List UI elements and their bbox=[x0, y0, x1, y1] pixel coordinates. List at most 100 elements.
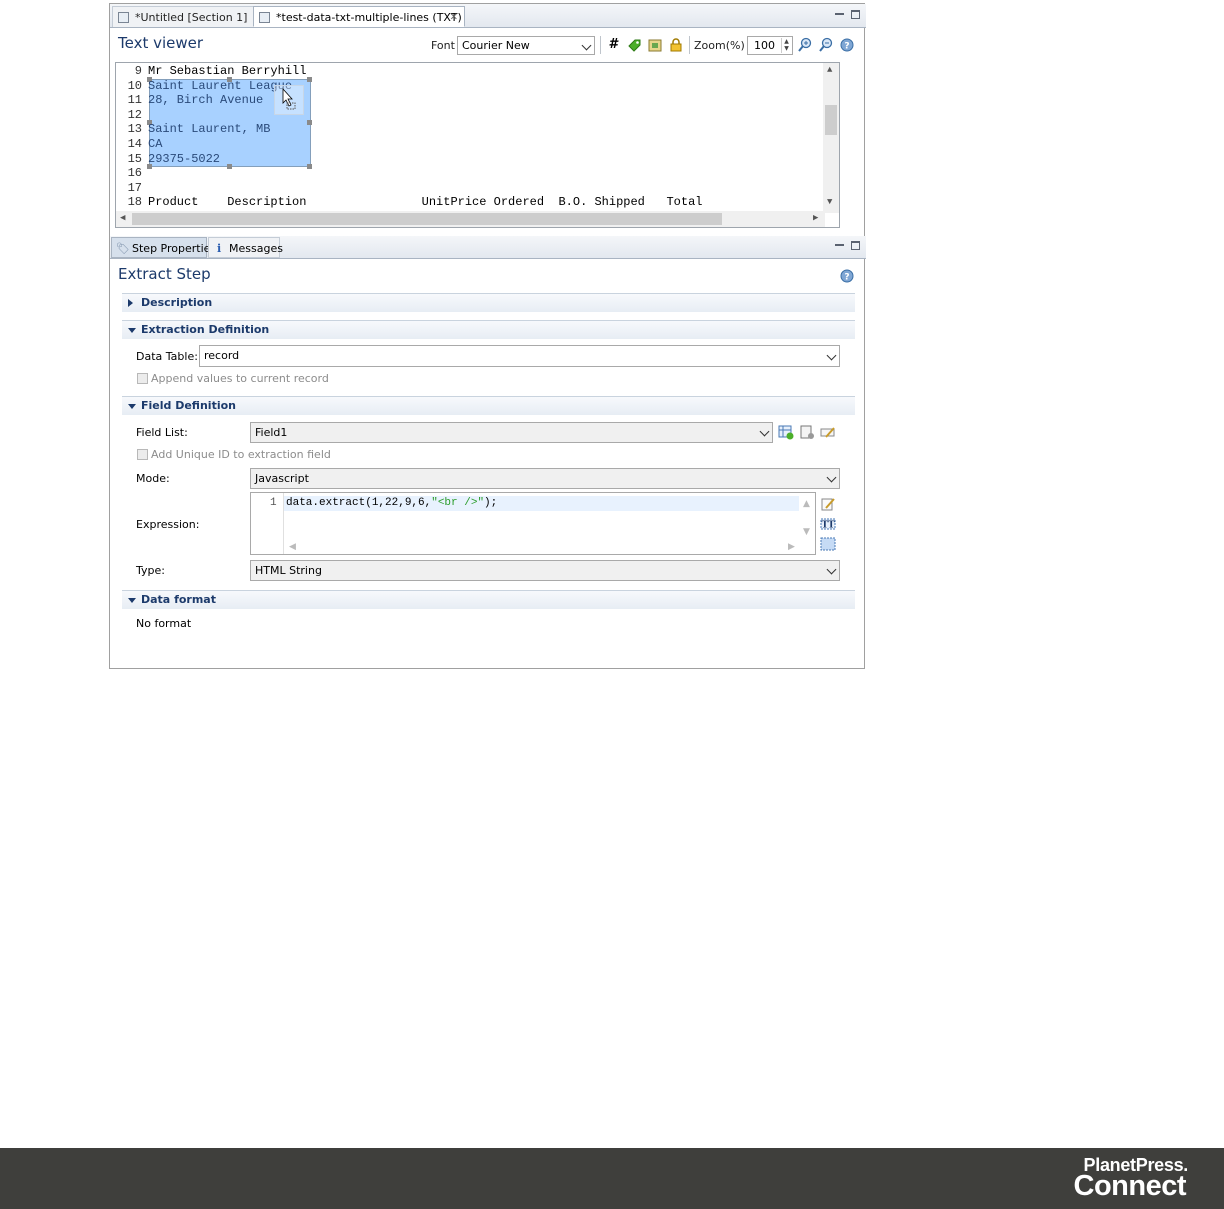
drag-cursor-icon bbox=[274, 85, 304, 115]
font-select[interactable]: Courier New bbox=[457, 36, 595, 55]
template-file-icon bbox=[118, 12, 129, 23]
expression-editor[interactable]: 1 data.extract(1,22,9,6,"<br />"); ▲ ▼ ◀… bbox=[250, 492, 816, 555]
scroll-right-icon[interactable]: ▶ bbox=[813, 213, 818, 223]
collapse-arrow-icon bbox=[128, 404, 136, 409]
section-field-definition[interactable]: Field Definition bbox=[122, 396, 855, 415]
horizontal-scrollbar[interactable]: ◀ ▶ bbox=[116, 211, 825, 227]
zoom-input[interactable]: 100 ▲ ▼ bbox=[747, 36, 793, 55]
expression-code: data.extract(1,22,9,6,"<br />"); bbox=[286, 497, 498, 509]
tag-icon: 🏷 bbox=[116, 242, 130, 255]
tag-icon[interactable] bbox=[626, 37, 642, 53]
tab-untitled-label: *Untitled [Section 1] bbox=[135, 11, 248, 24]
chevron-down-icon bbox=[581, 40, 592, 51]
tab-step-properties-label: Step Properties bbox=[132, 242, 217, 255]
delete-field-icon[interactable] bbox=[799, 424, 815, 440]
selection-handle[interactable] bbox=[307, 120, 312, 125]
scroll-down-icon[interactable]: ▼ bbox=[803, 527, 810, 537]
selection-handle[interactable] bbox=[307, 164, 312, 169]
info-icon: i bbox=[217, 242, 222, 255]
tab-test-data[interactable]: *test-data-txt-multiple-lines (TXT) ✕ bbox=[253, 6, 465, 27]
section-format-title: Data format bbox=[141, 593, 216, 606]
text-format-icon[interactable]: TT bbox=[820, 516, 836, 532]
field-list-select[interactable]: Field1 bbox=[250, 422, 773, 443]
collapse-arrow-icon bbox=[128, 598, 136, 603]
svg-text:?: ? bbox=[844, 42, 849, 52]
zoom-spinner-icon[interactable]: ▲ ▼ bbox=[781, 38, 791, 53]
zoom-label: Zoom(%) bbox=[694, 39, 745, 52]
data-table-label: Data Table: bbox=[136, 350, 198, 363]
restore-icon[interactable] bbox=[851, 10, 860, 19]
append-values-checkbox[interactable] bbox=[137, 373, 148, 384]
font-select-value: Courier New bbox=[462, 39, 530, 52]
svg-text:?: ? bbox=[844, 273, 849, 283]
expand-arrow-icon bbox=[128, 299, 133, 307]
toolbar-separator bbox=[689, 36, 690, 54]
add-field-icon[interactable] bbox=[778, 424, 794, 440]
section-field-title: Field Definition bbox=[141, 399, 236, 412]
mode-select[interactable]: Javascript bbox=[250, 468, 840, 489]
maximize-icon[interactable] bbox=[851, 241, 860, 250]
minimize-icon[interactable] bbox=[835, 10, 844, 19]
selection-handle[interactable] bbox=[227, 164, 232, 169]
unique-id-checkbox[interactable] bbox=[137, 449, 148, 460]
lock-icon[interactable] bbox=[668, 37, 684, 53]
tab-messages[interactable]: i Messages bbox=[208, 237, 283, 258]
toolbar-separator bbox=[600, 36, 601, 54]
tab-messages-label: Messages bbox=[229, 242, 283, 255]
font-label: Font bbox=[431, 39, 455, 52]
properties-tabbar: 🏷 Step Properties i Messages bbox=[110, 236, 866, 259]
scroll-left-icon[interactable]: ◀ bbox=[289, 542, 296, 552]
help-icon[interactable]: ? bbox=[839, 37, 855, 53]
section-description-title: Description bbox=[141, 296, 213, 309]
extract-step-title: Extract Step bbox=[118, 265, 211, 283]
section-extraction-title: Extraction Definition bbox=[141, 323, 270, 336]
designer-window: *Untitled [Section 1] *test-data-txt-mul… bbox=[109, 3, 866, 669]
vertical-scrollbar[interactable]: ▲ ▼ bbox=[823, 63, 839, 213]
section-data-format[interactable]: Data format bbox=[122, 590, 855, 609]
expression-label: Expression: bbox=[136, 518, 200, 531]
tab-untitled[interactable]: *Untitled [Section 1] bbox=[112, 6, 254, 27]
tab-test-data-label: *test-data-txt-multiple-lines (TXT) bbox=[276, 11, 462, 24]
type-label: Type: bbox=[136, 564, 165, 577]
minimize-icon[interactable] bbox=[835, 241, 844, 250]
hash-icon[interactable]: # bbox=[605, 37, 621, 53]
editor-tabbar: *Untitled [Section 1] *test-data-txt-mul… bbox=[110, 4, 866, 28]
data-table-select[interactable]: record bbox=[199, 345, 840, 367]
selection-handle[interactable] bbox=[307, 77, 312, 82]
field-list-value: Field1 bbox=[255, 426, 288, 439]
chevron-down-icon bbox=[826, 472, 837, 483]
scroll-left-icon[interactable]: ◀ bbox=[120, 213, 125, 223]
help-icon[interactable]: ? bbox=[839, 268, 855, 284]
zoom-in-icon[interactable] bbox=[797, 37, 813, 53]
section-extraction-definition[interactable]: Extraction Definition bbox=[122, 320, 855, 339]
tab-step-properties[interactable]: 🏷 Step Properties bbox=[111, 237, 216, 258]
image-icon[interactable] bbox=[647, 37, 663, 53]
line-number-gutter bbox=[251, 493, 284, 554]
zoom-out-icon[interactable] bbox=[818, 37, 834, 53]
collapse-arrow-icon bbox=[128, 328, 136, 333]
type-select[interactable]: HTML String bbox=[250, 560, 840, 581]
scroll-down-icon[interactable]: ▼ bbox=[827, 197, 832, 207]
type-value: HTML String bbox=[255, 564, 322, 577]
select-region-icon[interactable] bbox=[820, 536, 836, 552]
chevron-down-icon bbox=[759, 426, 770, 437]
brand-logo-line2: Connect bbox=[1073, 1170, 1187, 1202]
chevron-down-icon bbox=[826, 564, 837, 575]
line-number: 1 bbox=[270, 497, 277, 509]
unique-id-label: Add Unique ID to extraction field bbox=[151, 448, 331, 461]
edit-script-icon[interactable] bbox=[820, 496, 836, 512]
footer-bar: PlanetPress. Connect bbox=[0, 1148, 1224, 1209]
text-data-viewer[interactable]: 9 Mr Sebastian Berryhill 10 Saint Laurent … bbox=[115, 62, 840, 228]
scroll-up-icon[interactable]: ▲ bbox=[803, 499, 810, 509]
format-value: No format bbox=[136, 617, 192, 630]
field-list-label: Field List: bbox=[136, 426, 188, 439]
close-icon[interactable]: ✕ bbox=[450, 7, 458, 28]
horizontal-scroll-thumb[interactable] bbox=[132, 213, 722, 225]
scroll-right-icon[interactable]: ▶ bbox=[788, 542, 795, 552]
rename-field-icon[interactable] bbox=[820, 424, 836, 440]
zoom-value: 100 bbox=[754, 39, 775, 52]
scroll-up-icon[interactable]: ▲ bbox=[827, 65, 832, 75]
section-description[interactable]: Description bbox=[122, 293, 855, 312]
vertical-scroll-thumb[interactable] bbox=[825, 105, 837, 135]
append-values-label: Append values to current record bbox=[151, 372, 329, 385]
